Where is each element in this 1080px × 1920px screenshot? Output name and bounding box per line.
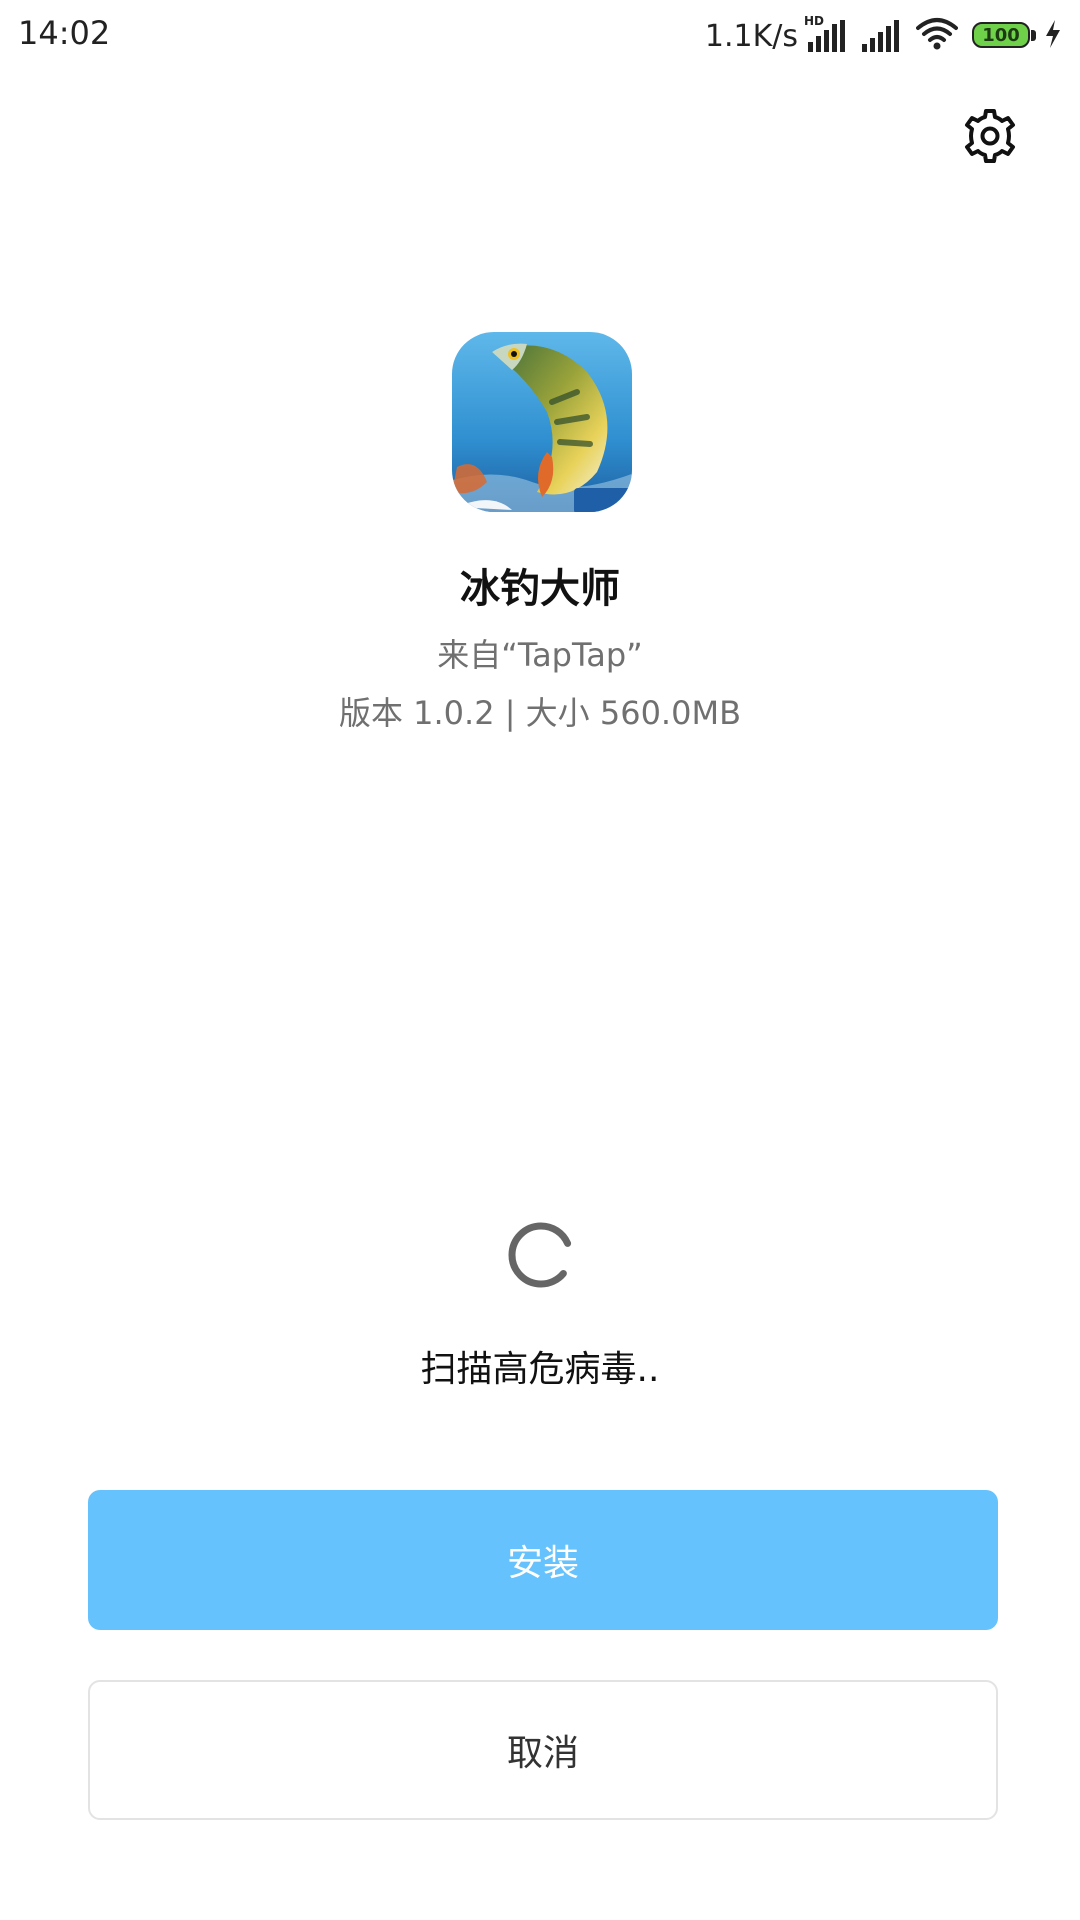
app-source: 来自“TapTap” (437, 636, 643, 674)
settings-button[interactable] (962, 108, 1018, 164)
status-icons: 1.1K/s HD 100 (705, 12, 1062, 60)
wifi-icon (916, 17, 958, 55)
battery-shell: 100 (972, 22, 1030, 48)
app-name: 冰钓大师 (460, 566, 620, 612)
cancel-button-label: 取消 (506, 1733, 579, 1774)
signal-hd-icon: HD (804, 14, 846, 54)
signal-icon (860, 18, 902, 54)
gear-icon[interactable] (962, 108, 1018, 164)
status-bar: 14:02 1.1K/s HD 100 (0, 0, 1080, 72)
battery-level: 100 (982, 24, 1020, 46)
app-icon (452, 332, 632, 512)
network-speed: 1.1K/s (704, 18, 798, 54)
install-button[interactable]: 安装 (88, 1490, 998, 1630)
app-version-size: 版本 1.0.2 | 大小 560.0MB (338, 694, 742, 732)
charging-icon (1044, 19, 1062, 53)
battery-icon: 100 (972, 22, 1036, 50)
install-button-label: 安装 (506, 1543, 579, 1584)
loading-spinner-icon (506, 1220, 576, 1290)
status-time: 14:02 (18, 14, 111, 52)
battery-tip (1031, 30, 1036, 41)
scan-status-text: 扫描高危病毒.. (420, 1349, 660, 1390)
cancel-button[interactable]: 取消 (88, 1680, 998, 1820)
